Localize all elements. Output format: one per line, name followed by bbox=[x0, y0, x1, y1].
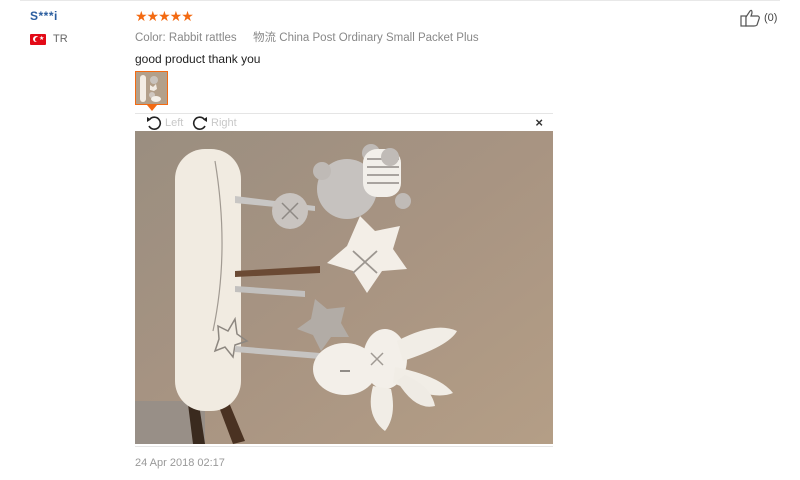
close-icon[interactable]: × bbox=[535, 115, 543, 130]
rotate-right-button[interactable]: Right bbox=[191, 115, 237, 131]
helpful-count: (0) bbox=[764, 12, 778, 24]
country-code: TR bbox=[53, 33, 68, 45]
image-viewer-toolbar: Left Right × bbox=[135, 113, 553, 131]
reviewer-country: ★ TR bbox=[30, 33, 68, 45]
helpful-button[interactable]: (0) bbox=[740, 9, 777, 27]
rotate-left-button[interactable]: Left bbox=[145, 115, 183, 131]
rotate-right-label: Right bbox=[211, 117, 237, 129]
star-rating: ★★★★★ bbox=[135, 8, 194, 24]
color-value: Rabbit rattles bbox=[168, 32, 237, 44]
rotate-left-icon bbox=[147, 116, 162, 130]
color-label: Color: bbox=[135, 32, 166, 44]
shipping-value: China Post Ordinary Small Packet Plus bbox=[279, 32, 479, 44]
product-attributes: Color: Rabbit rattles 物流 China Post Ordi… bbox=[135, 29, 735, 45]
reviewer-name: S***i bbox=[30, 9, 58, 23]
rotate-right-icon bbox=[192, 116, 207, 130]
review-date: 24 Apr 2018 02:17 bbox=[135, 457, 225, 469]
review-body: ★★★★★ Color: Rabbit rattles 物流 China Pos… bbox=[135, 9, 735, 66]
thumbnail-pointer bbox=[147, 105, 157, 111]
thumbs-up-icon bbox=[740, 9, 760, 27]
turkey-flag-icon: ★ bbox=[30, 33, 46, 45]
shipping-label: 物流 bbox=[253, 32, 277, 44]
review-text: good product thank you bbox=[135, 52, 261, 66]
review-photo bbox=[135, 131, 553, 444]
reviewer-info: S***i ★ TR bbox=[30, 9, 68, 45]
divider bbox=[135, 446, 553, 447]
divider bbox=[20, 0, 780, 1]
rotate-left-label: Left bbox=[165, 117, 184, 129]
review-photo-thumbnail[interactable] bbox=[135, 71, 168, 105]
